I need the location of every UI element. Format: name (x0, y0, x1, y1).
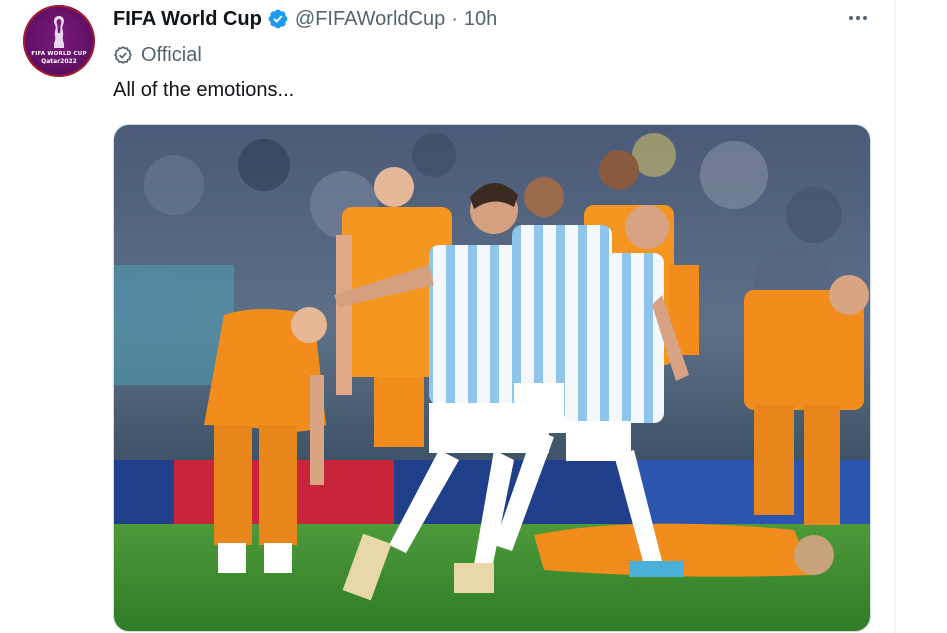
verified-badge-icon (268, 9, 288, 29)
account-handle[interactable]: @FIFAWorldCup (295, 8, 445, 31)
separator-dot: · (451, 7, 458, 30)
tweet-header: FIFA World Cup @FIFAWorldCup · 10h (113, 6, 497, 32)
tweet[interactable]: FIFA WORLD CUP Qatar2022 FIFA World Cup … (0, 0, 947, 633)
timeline-divider (895, 0, 896, 633)
avatar-text-line2: Qatar2022 (41, 58, 77, 65)
tweet-timestamp[interactable]: 10h (464, 8, 497, 31)
tweet-text: All of the emotions... (113, 79, 295, 101)
tweet-photo[interactable] (113, 124, 871, 632)
more-options-icon (849, 16, 867, 20)
more-options-button[interactable] (846, 8, 870, 28)
avatar-text-line1: FIFA WORLD CUP (31, 51, 87, 57)
official-check-circle-icon (114, 46, 132, 64)
account-name[interactable]: FIFA World Cup (113, 8, 262, 31)
avatar[interactable]: FIFA WORLD CUP Qatar2022 (23, 5, 95, 77)
official-label: Official (141, 43, 202, 66)
celebration-photo (114, 125, 870, 631)
official-label-row: Official (113, 42, 202, 68)
trophy-icon (54, 16, 64, 48)
